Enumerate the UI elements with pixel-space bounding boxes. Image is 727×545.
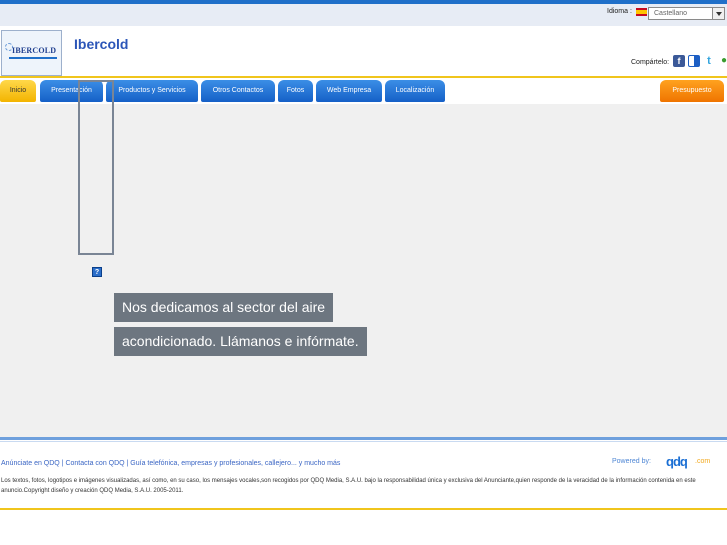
language-select[interactable]: Castellano xyxy=(648,7,725,20)
tab-productos-servicios[interactable]: Productos y Servicios xyxy=(106,80,198,102)
site-footer: Anúnciate en QDQ | Contacta con QDQ | Gu… xyxy=(0,442,727,510)
google-buzz-icon[interactable]: ● xyxy=(718,55,727,67)
tab-otros-contactos[interactable]: Otros Contactos xyxy=(201,80,275,102)
share-icons: f t ● xyxy=(673,55,727,67)
hero-caption-line2: acondicionado. Llámanos e infórmate. xyxy=(114,327,367,356)
delicious-icon[interactable] xyxy=(688,55,700,67)
qdq-logo[interactable]: qdq xyxy=(666,454,688,469)
company-logo[interactable]: IBERCOLD xyxy=(1,30,62,76)
logo-text: IBERCOLD xyxy=(12,46,57,55)
tab-inicio[interactable]: Inicio xyxy=(0,80,36,102)
site-header: IBERCOLD Ibercold Compártelo: f t ● xyxy=(0,26,727,78)
share-label: Compártelo: xyxy=(631,59,670,66)
site-title: Ibercold xyxy=(74,36,129,52)
broken-image-icon: ? xyxy=(92,267,102,277)
hero-caption-line1: Nos dedicamos al sector del aire xyxy=(114,293,334,322)
twitter-icon[interactable]: t xyxy=(703,55,715,67)
tab-web-empresa[interactable]: Web Empresa xyxy=(316,80,382,102)
footer-links[interactable]: Anúnciate en QDQ | Contacta con QDQ | Gu… xyxy=(1,460,340,467)
tab-fotos[interactable]: Fotos xyxy=(278,80,313,102)
image-frame xyxy=(78,80,114,255)
chevron-down-icon[interactable] xyxy=(712,8,724,19)
tab-localizacion[interactable]: Localización xyxy=(385,80,445,102)
facebook-icon[interactable]: f xyxy=(673,55,685,67)
language-selected-value: Castellano xyxy=(654,10,688,17)
logo-underline xyxy=(9,57,57,59)
legal-notice: Los textos, fotos, logotipos e imágenes … xyxy=(1,478,696,494)
spain-flag-icon xyxy=(636,8,647,16)
qdq-logo-suffix: .com xyxy=(695,458,711,465)
powered-by-label: Powered by: xyxy=(612,458,651,465)
footer-divider xyxy=(0,437,727,440)
language-label: Idioma : xyxy=(607,8,632,15)
quote-button[interactable]: Presupuesto xyxy=(660,80,724,102)
